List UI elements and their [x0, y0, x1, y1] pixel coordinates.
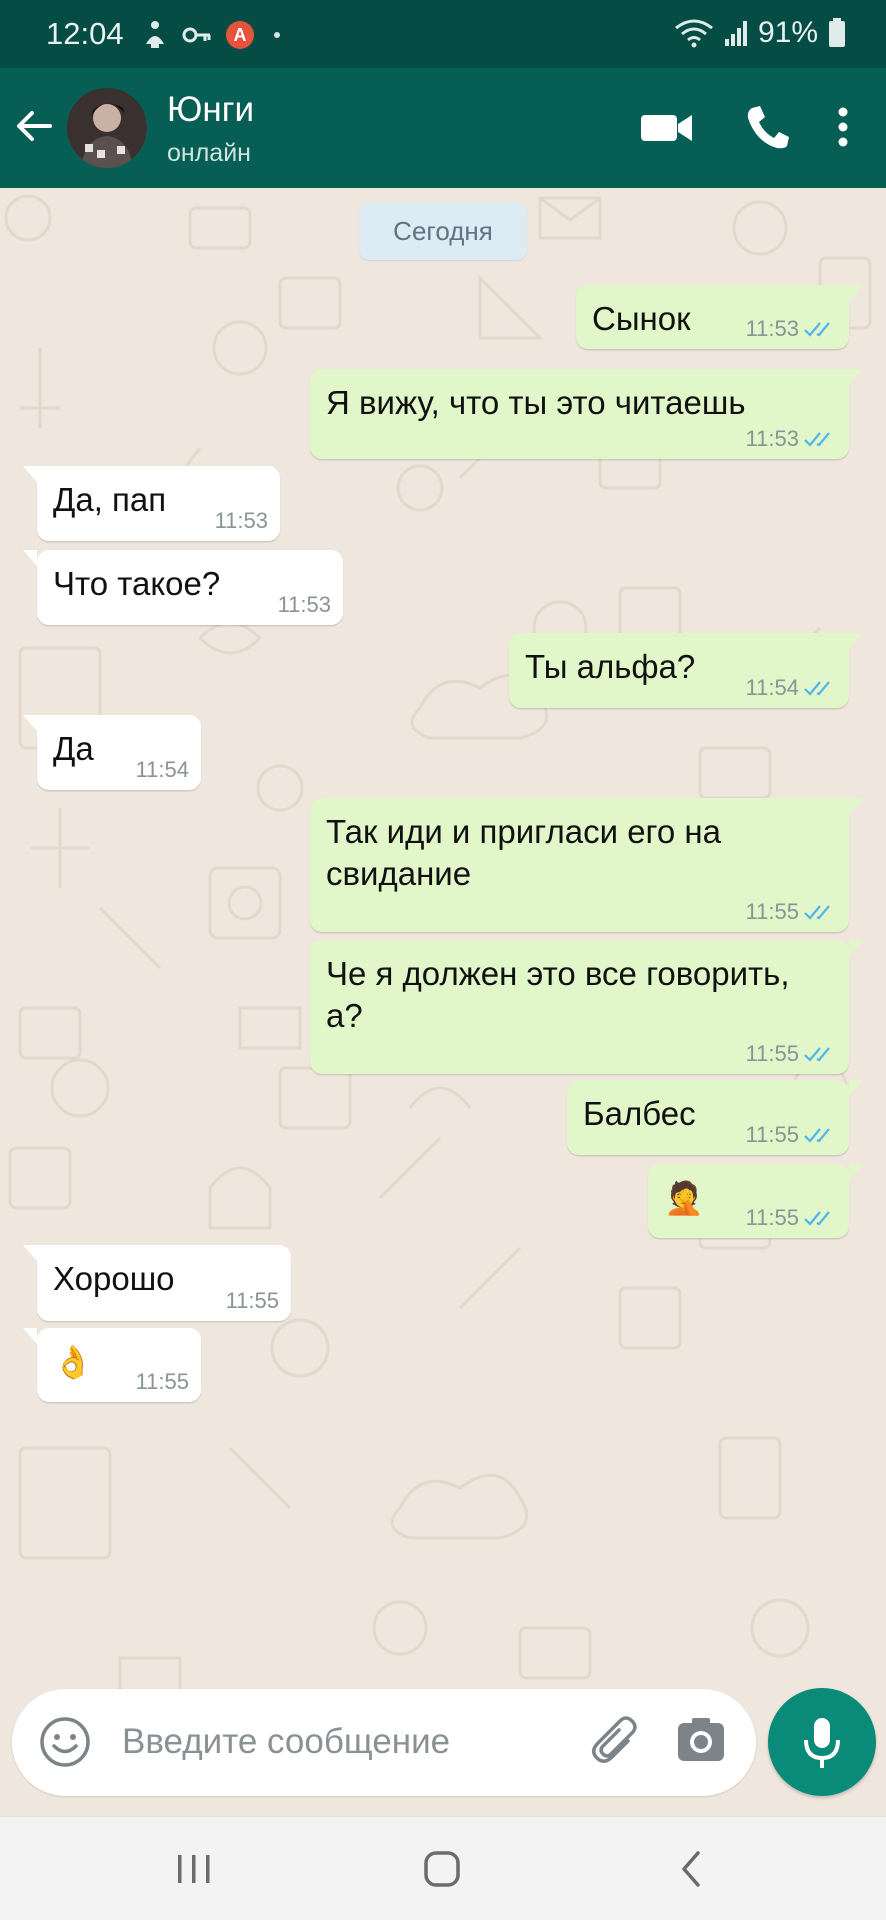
outgoing-message[interactable]: 🤦 11:55 — [648, 1164, 863, 1238]
date-label: Сегодня — [359, 203, 527, 260]
back-icon[interactable] — [676, 1847, 706, 1891]
more-vertical-icon[interactable] — [828, 102, 858, 152]
message-time: 11:55 — [745, 1041, 799, 1066]
message-meta: 11:53 — [278, 593, 331, 617]
facepalm-emoji: 🤦 — [664, 1180, 704, 1216]
message-text: Балбес — [583, 1095, 696, 1132]
message-meta: 11:55 — [136, 1370, 189, 1394]
contact-status: онлайн — [167, 139, 251, 167]
chat-area[interactable]: Сегодня Сынок 11:53 Я вижу, что ты это ч… — [0, 188, 886, 1816]
message-time: 11:53 — [745, 426, 799, 451]
message-composer — [12, 1689, 756, 1796]
message-input[interactable] — [122, 1714, 562, 1770]
signal-icon — [724, 21, 747, 46]
message-time: 11:55 — [745, 899, 799, 924]
double-check-icon — [804, 1128, 830, 1143]
message-meta: 11:53 — [746, 317, 837, 341]
message-text: Ты альфа? — [525, 648, 696, 685]
incoming-message[interactable]: Да 11:54 — [23, 715, 201, 790]
system-nav-bar — [0, 1816, 886, 1920]
home-icon[interactable] — [422, 1847, 462, 1891]
message-text: Что такое? — [53, 565, 221, 602]
message-meta: 11:54 — [746, 676, 837, 700]
message-time: 11:53 — [214, 508, 268, 533]
double-check-icon — [804, 1047, 830, 1062]
message-text: Да — [53, 730, 94, 767]
message-time: 11:53 — [745, 316, 799, 341]
status-system-icons: 91% — [674, 16, 846, 50]
camera-icon[interactable] — [676, 1715, 726, 1765]
message-time: 11:55 — [745, 1205, 799, 1230]
mic-icon — [804, 1718, 840, 1768]
avatar-photo — [67, 88, 147, 168]
ok-hand-emoji: 👌 — [53, 1344, 93, 1380]
incoming-message[interactable]: Хорошо 11:55 — [23, 1245, 291, 1321]
message-text: Я вижу, что ты это читаешь — [326, 384, 746, 421]
message-text: Да, пап — [53, 481, 167, 518]
double-check-icon — [804, 322, 830, 337]
battery-percent: 91% — [757, 16, 818, 49]
recents-icon[interactable] — [174, 1847, 214, 1891]
message-meta: 11:55 — [746, 1206, 837, 1230]
double-check-icon — [804, 681, 830, 696]
battery-icon — [829, 18, 845, 47]
incoming-message[interactable]: 👌 11:55 — [23, 1328, 201, 1402]
outgoing-message[interactable]: Сынок 11:53 — [576, 285, 863, 349]
outgoing-message[interactable]: Ты альфа? 11:54 — [509, 633, 863, 708]
phone-icon[interactable] — [744, 102, 790, 152]
incoming-message[interactable]: Что такое? 11:53 — [23, 550, 343, 625]
status-time: 12:04 — [46, 16, 124, 51]
message-time: 11:53 — [277, 592, 331, 617]
status-notification-icons: A — [142, 20, 280, 50]
double-check-icon — [804, 432, 830, 447]
message-text: Че я должен это все говорить, а? — [326, 955, 790, 1034]
outgoing-message[interactable]: Че я должен это все говорить, а? 11:55 — [310, 940, 863, 1074]
avatar[interactable] — [67, 88, 147, 168]
app-badge-icon: A — [226, 21, 254, 49]
message-time: 11:55 — [745, 1122, 799, 1147]
video-call-icon[interactable] — [640, 102, 694, 152]
double-check-icon — [804, 905, 830, 920]
message-meta: 11:53 — [215, 509, 268, 533]
message-meta: 11:55 — [746, 1123, 837, 1147]
attach-icon[interactable] — [586, 1711, 646, 1771]
message-meta: 11:53 — [746, 427, 837, 451]
message-time: 11:55 — [225, 1288, 279, 1313]
accessibility-icon — [146, 21, 164, 48]
chat-header: Юнги онлайн — [0, 68, 886, 188]
dot-icon — [274, 32, 280, 38]
outgoing-message[interactable]: Балбес 11:55 — [567, 1080, 863, 1155]
key-icon — [182, 27, 211, 43]
message-text: Сынок — [592, 300, 691, 337]
message-time: 11:55 — [135, 1369, 189, 1394]
back-arrow-icon[interactable] — [12, 104, 56, 148]
message-time: 11:54 — [745, 675, 799, 700]
status-bar: 12:04 A 91% — [0, 0, 886, 68]
outgoing-message[interactable]: Я вижу, что ты это читаешь 11:53 — [310, 369, 863, 459]
message-meta: 11:55 — [746, 1042, 837, 1066]
message-meta: 11:55 — [226, 1289, 279, 1313]
message-text: Так иди и пригласи его на свидание — [326, 813, 721, 892]
message-text: Хорошо — [53, 1260, 175, 1297]
mic-button[interactable] — [768, 1688, 876, 1796]
contact-name[interactable]: Юнги — [167, 90, 254, 130]
wifi-icon — [675, 19, 713, 48]
outgoing-message[interactable]: Так иди и пригласи его на свидание 11:55 — [310, 798, 863, 932]
incoming-message[interactable]: Да, пап 11:53 — [23, 466, 280, 541]
message-meta: 11:55 — [746, 900, 837, 924]
message-time: 11:54 — [135, 757, 189, 782]
message-meta: 11:54 — [136, 758, 189, 782]
double-check-icon — [804, 1211, 830, 1226]
emoji-icon[interactable] — [38, 1715, 92, 1769]
